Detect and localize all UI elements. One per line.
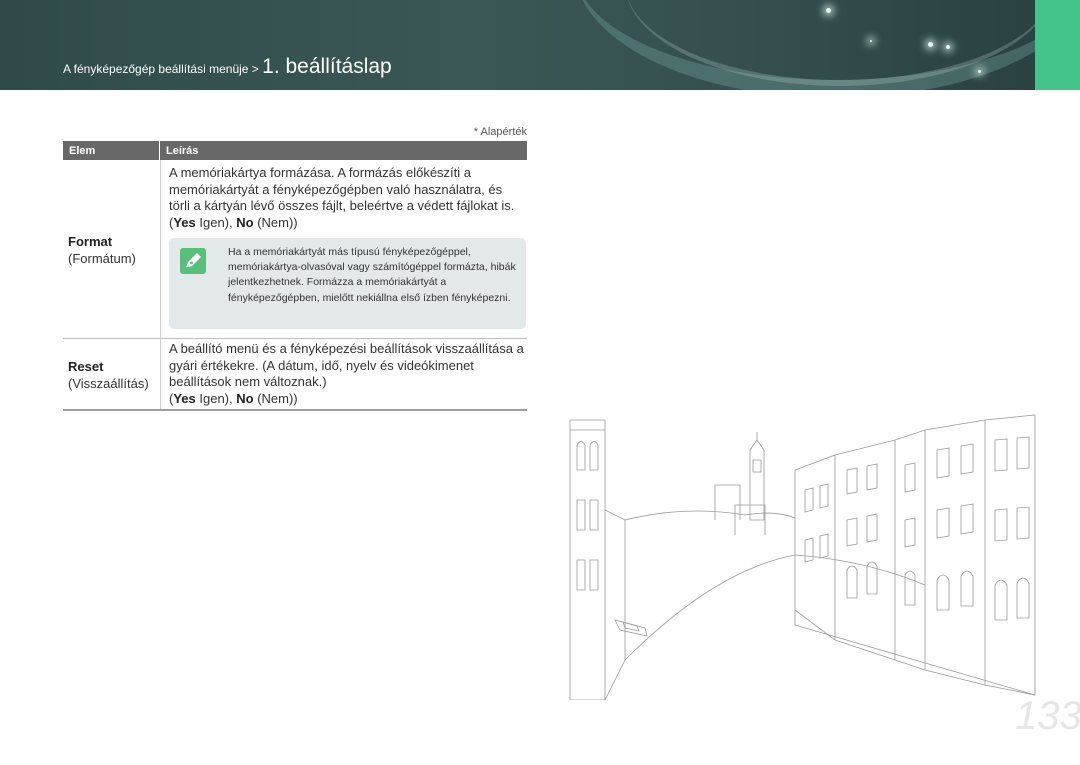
note-box: Ha a memóriakártyát más típusú fényképez… xyxy=(169,238,526,329)
sparkle-icon xyxy=(946,45,950,49)
column-header-description: Leírás xyxy=(166,145,199,157)
table-header: Elem Leírás xyxy=(63,141,527,160)
no-option: No xyxy=(236,390,254,406)
reset-description: A beállító menü és a fényképezési beállí… xyxy=(169,341,524,389)
table-bottom-border xyxy=(63,409,527,411)
column-divider xyxy=(160,339,161,410)
no-option-local: (Nem)) xyxy=(253,214,298,230)
yes-option-local: Igen), xyxy=(195,214,237,230)
city-canal-illustration xyxy=(569,414,1036,700)
table-row-name: Format (Formátum) xyxy=(68,233,136,267)
breadcrumb-prefix: A fényképezőgép beállítási menüje > xyxy=(63,62,263,76)
chapter-header-banner: A fényképezőgép beállítási menüje > 1. b… xyxy=(0,0,1035,90)
yes-option: Yes xyxy=(173,390,196,406)
breadcrumb: A fényképezőgép beállítási menüje > 1. b… xyxy=(63,55,392,79)
yes-option-local: Igen), xyxy=(195,390,237,406)
setting-name-format-local: (Formátum) xyxy=(68,251,136,266)
no-option: No xyxy=(236,214,254,230)
table-row-description: A beállító menü és a fényképezési beállí… xyxy=(169,341,524,407)
column-separator xyxy=(159,141,160,160)
default-value-note: * Alapérték xyxy=(473,126,527,138)
no-option-local: (Nem)) xyxy=(253,390,298,406)
page-number: 133 xyxy=(1015,694,1080,738)
sparkle-icon xyxy=(826,8,831,13)
note-text: Ha a memóriakártyát más típusú fényképez… xyxy=(228,246,516,304)
table-row-description: A memóriakártya formázása. A formázás el… xyxy=(169,165,524,231)
sparkle-icon xyxy=(978,70,981,73)
sparkle-icon xyxy=(928,42,933,47)
table-row-name: Reset (Visszaállítás) xyxy=(68,358,149,392)
page-title: 1. beállításlap xyxy=(262,55,392,78)
sparkle-icon xyxy=(870,40,872,42)
note-pen-icon xyxy=(180,248,206,274)
setting-name-format: Format xyxy=(68,234,113,249)
column-divider xyxy=(160,160,161,338)
chapter-tab-marker xyxy=(1035,0,1080,90)
row-separator xyxy=(63,338,527,339)
setting-name-reset-local: (Visszaállítás) xyxy=(68,376,149,391)
column-header-item: Elem xyxy=(69,145,96,157)
setting-name-reset: Reset xyxy=(68,359,104,374)
yes-option: Yes xyxy=(173,214,196,230)
